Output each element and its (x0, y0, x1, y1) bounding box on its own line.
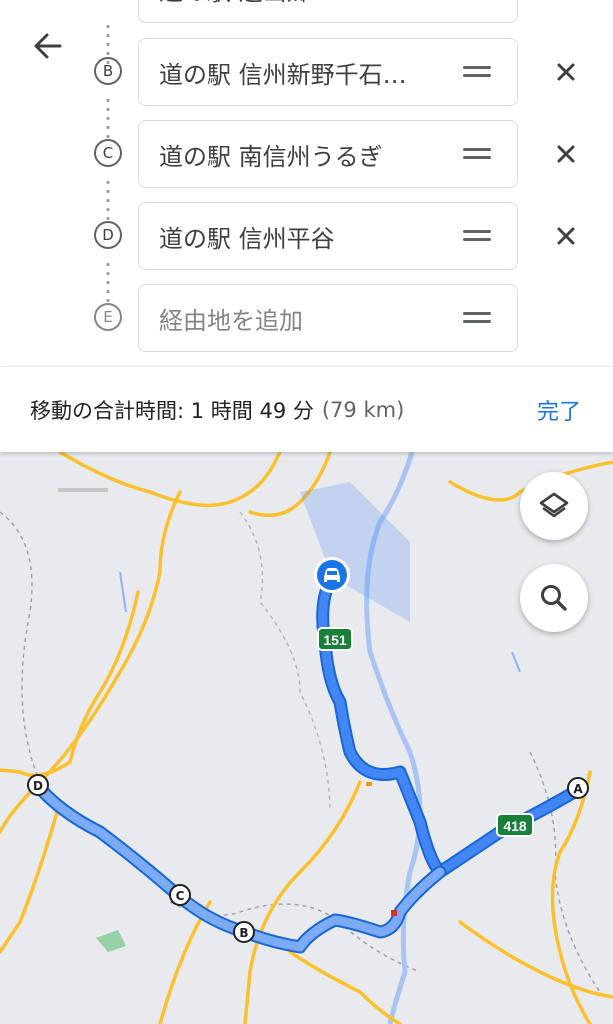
waypoint-label: 道の駅 遠山郷 (159, 0, 447, 22)
total-time-text: 移動の合計時間: 1 時間 49 分 (30, 399, 314, 423)
traffic-marker (391, 910, 397, 916)
directions-panel: 道の駅 遠山郷 B 道の駅 信州新野千石… C 道の駅 南信州うるぎ D 道の駅… (0, 0, 613, 366)
remove-waypoint-c-button[interactable] (552, 140, 580, 168)
close-icon (557, 63, 575, 81)
close-icon (557, 145, 575, 163)
route-badge-418: 418 (496, 813, 534, 837)
waypoint-label: 道の駅 信州平谷 (159, 224, 335, 253)
map-marker-d[interactable]: D (27, 774, 49, 796)
map-layers-button[interactable] (520, 472, 588, 540)
drag-handle-icon[interactable] (463, 229, 491, 243)
park-area (96, 930, 126, 952)
total-distance-text: (79 km) (321, 398, 405, 422)
add-stop-field[interactable]: 経由地を追加 (138, 284, 518, 352)
waypoint-field-c[interactable]: 道の駅 南信州うるぎ (138, 120, 518, 188)
map-canvas: 151 418 A B C D (0, 452, 613, 1024)
map-marker-d-label: D (33, 779, 43, 793)
map-marker-b-label: B (239, 926, 248, 940)
waypoint-marker-c: C (94, 139, 122, 167)
map-marker-a-label: A (573, 782, 583, 796)
remove-waypoint-d-button[interactable] (552, 222, 580, 250)
boundary-line (529, 751, 601, 993)
boundary-line (0, 511, 41, 783)
close-icon (557, 227, 575, 245)
map-marker-b[interactable]: B (233, 921, 255, 943)
remove-waypoint-b-button[interactable] (552, 58, 580, 86)
route-summary-bar: 移動の合計時間: 1 時間 49 分 (79 km) 完了 (0, 366, 613, 452)
waypoint-field-a[interactable]: 道の駅 遠山郷 (138, 0, 518, 23)
waypoint-label: 道の駅 南信州うるぎ (159, 142, 383, 171)
waypoint-field-b[interactable]: 道の駅 信州新野千石… (138, 38, 518, 106)
minor-road (58, 488, 108, 492)
river (119, 571, 127, 613)
route-map[interactable]: 151 418 A B C D (0, 452, 613, 1024)
waypoint-marker-b: B (94, 57, 122, 85)
route-connector-dots (106, 178, 110, 220)
map-marker-c[interactable]: C (169, 884, 191, 906)
drag-handle-icon[interactable] (463, 311, 491, 325)
route-badge-151-label: 151 (323, 632, 347, 648)
layers-icon (539, 492, 569, 518)
boundary-line (239, 511, 331, 813)
map-search-button[interactable] (520, 564, 588, 632)
waypoint-marker-e: E (94, 303, 122, 331)
waypoint-field-d[interactable]: 道の駅 信州平谷 (138, 202, 518, 270)
drag-handle-icon[interactable] (463, 147, 491, 161)
river (511, 651, 521, 673)
traffic-marker (366, 782, 372, 786)
arrow-back-icon (34, 33, 62, 59)
route-badge-418-label: 418 (503, 818, 527, 834)
car-icon (314, 557, 350, 593)
back-button[interactable] (28, 26, 68, 66)
route-badge-151: 151 (317, 627, 353, 651)
waypoint-label: 道の駅 信州新野千石… (159, 60, 407, 89)
route-connector-dots (106, 96, 110, 138)
map-marker-a[interactable]: A (567, 777, 589, 799)
map-marker-c-label: C (176, 889, 185, 903)
search-icon (541, 585, 567, 611)
done-button[interactable]: 完了 (537, 367, 581, 453)
waypoint-marker-d: D (94, 221, 122, 249)
drag-handle-icon[interactable] (463, 65, 491, 79)
total-time-label: 移動の合計時間: 1 時間 49 分 (79 km) (30, 367, 404, 453)
add-stop-placeholder: 経由地を追加 (159, 306, 303, 335)
route-connector-dots (106, 260, 110, 302)
